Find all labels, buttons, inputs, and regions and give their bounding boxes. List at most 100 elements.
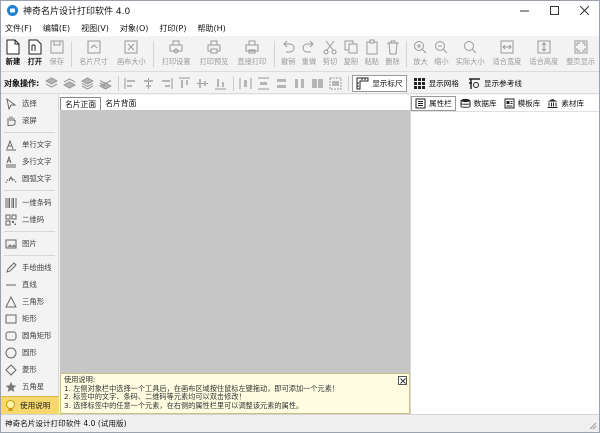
tool-rounded-rectangle[interactable]: 圆角矩形 — [1, 327, 58, 344]
minimize-button[interactable] — [509, 1, 539, 20]
print-settings-button[interactable]: 打印设置 — [157, 36, 195, 70]
full-page-button[interactable]: 整页显示 — [562, 36, 599, 70]
tool-diamond[interactable]: 菱形 — [1, 361, 58, 378]
tool-line[interactable]: 直线 — [1, 276, 58, 293]
tab-card-front[interactable]: 名片正面 — [60, 97, 102, 110]
print-button[interactable]: 直接打印 — [233, 36, 271, 70]
menu-print[interactable]: 打印(P) — [159, 23, 186, 34]
align-top-button[interactable] — [176, 76, 193, 91]
fit-height-icon — [537, 40, 551, 54]
usage-button[interactable]: 使用说明 — [1, 396, 59, 414]
tab-properties[interactable]: 属性栏 — [411, 95, 456, 111]
line-icon — [6, 284, 16, 285]
resize-grip-icon[interactable] — [589, 422, 597, 430]
open-button[interactable]: 打开 — [24, 36, 46, 70]
tool-image[interactable]: 图片 — [1, 235, 58, 252]
delete-button[interactable]: 删除 — [382, 36, 403, 70]
undo-button[interactable]: 撤销 — [278, 36, 299, 70]
rectangle-icon — [5, 314, 17, 323]
align-middle-icon — [197, 78, 209, 88]
tool-freehand[interactable]: 手绘曲线 — [1, 259, 58, 276]
distribute-horizontal-button[interactable] — [237, 76, 254, 91]
align-left-button[interactable] — [122, 76, 139, 91]
tool-star[interactable]: 五角星 — [1, 378, 58, 395]
canvas-size-button[interactable]: 画布大小 — [112, 36, 150, 70]
menu-help[interactable]: 帮助(H) — [197, 23, 225, 34]
align-bottom-button[interactable] — [212, 76, 229, 91]
copy-button[interactable]: 复制 — [340, 36, 361, 70]
save-button[interactable]: 保存 — [46, 36, 68, 70]
tools-divider — [4, 190, 55, 191]
object-bar-divider — [118, 75, 120, 91]
tool-pan[interactable]: 滚屏 — [1, 112, 58, 129]
print-icon — [245, 40, 259, 54]
tool-triangle[interactable]: 三角形 — [1, 293, 58, 310]
tool-barcode[interactable]: 一维条码 — [1, 194, 58, 211]
star-icon — [5, 381, 17, 392]
menu-edit[interactable]: 编辑(E) — [43, 23, 70, 34]
library-icon — [547, 98, 558, 108]
align-top-icon — [179, 77, 191, 88]
tab-templates[interactable]: 模板库 — [501, 96, 544, 111]
close-icon — [399, 377, 406, 384]
tool-single-line-text[interactable]: 单行文字 — [1, 136, 58, 153]
fit-width-button[interactable]: 适合宽度 — [489, 36, 526, 70]
tool-rectangle[interactable]: 矩形 — [1, 310, 58, 327]
object-bar: 对象操作: 显示标尺 显示网格 显示参考线 — [1, 73, 599, 94]
tab-assets[interactable]: 素材库 — [544, 96, 587, 111]
menu-view[interactable]: 视图(V) — [81, 23, 109, 34]
tool-select[interactable]: 选择 — [1, 95, 58, 112]
menu-file[interactable]: 文件(F) — [5, 23, 32, 34]
group-button[interactable] — [327, 76, 344, 91]
bring-forward-button[interactable] — [43, 76, 60, 91]
align-center-button[interactable] — [140, 76, 157, 91]
same-height-button[interactable] — [291, 76, 308, 91]
align-middle-button[interactable] — [194, 76, 211, 91]
zoom-out-button[interactable]: 缩小 — [431, 36, 452, 70]
menu-object[interactable]: 对象(O) — [120, 23, 149, 34]
toolbar-divider — [406, 41, 407, 67]
show-guides-toggle[interactable]: 显示参考线 — [465, 75, 525, 92]
tool-multi-line-text[interactable]: 多行文字 — [1, 153, 58, 170]
show-ruler-toggle[interactable]: 显示标尺 — [352, 74, 407, 92]
status-text: 神奇名片设计打印软件 4.0 (试用版) — [5, 419, 127, 428]
show-grid-toggle[interactable]: 显示网格 — [410, 75, 462, 92]
align-bottom-icon — [215, 78, 227, 89]
tool-arc-text[interactable]: 圆弧文字 — [1, 170, 58, 187]
new-button[interactable]: 新建 — [2, 36, 24, 70]
fit-height-button[interactable]: 适合高度 — [525, 36, 562, 70]
same-size-button[interactable] — [309, 76, 326, 91]
group-icon — [329, 77, 342, 89]
distribute-vertical-button[interactable] — [255, 76, 272, 91]
same-width-icon — [277, 78, 287, 88]
tool-circle[interactable]: 圆形 — [1, 344, 58, 361]
database-icon — [460, 98, 471, 108]
canvas-area: 名片正面 名片背面 使用说明: 1. 左侧对象栏中选择一个工具后，在画布区域按住… — [60, 95, 410, 414]
align-center-icon — [144, 77, 154, 89]
tools-divider — [4, 132, 55, 133]
tab-card-back[interactable]: 名片背面 — [101, 97, 140, 110]
help-panel: 使用说明: 1. 左侧对象栏中选择一个工具后，在画布区域按住鼠标左键拖动，即可添… — [60, 373, 410, 414]
paste-button[interactable]: 粘贴 — [361, 36, 382, 70]
print-preview-button[interactable]: 打印预览 — [195, 36, 233, 70]
maximize-button[interactable] — [539, 1, 569, 20]
send-backward-button[interactable] — [61, 76, 78, 91]
send-to-back-button[interactable] — [97, 76, 114, 91]
help-close-button[interactable] — [398, 376, 407, 385]
title-bar: 神奇名片设计打印软件 4.0 — [1, 1, 599, 20]
close-button[interactable] — [569, 1, 599, 20]
bring-to-front-button[interactable] — [79, 76, 96, 91]
cut-button[interactable]: 剪切 — [319, 36, 340, 70]
align-right-button[interactable] — [158, 76, 175, 91]
zoom-in-button[interactable]: 放大 — [410, 36, 431, 70]
zoom-out-icon — [435, 41, 448, 54]
tab-database[interactable]: 数据库 — [457, 96, 500, 111]
actual-size-button[interactable]: 实际大小 — [452, 36, 489, 70]
same-width-button[interactable] — [273, 76, 290, 91]
redo-button[interactable]: 重做 — [299, 36, 320, 70]
new-file-icon — [6, 39, 20, 55]
tool-qrcode[interactable]: 二维码 — [1, 211, 58, 228]
card-size-button[interactable]: 名片尺寸 — [75, 36, 113, 70]
distribute-horizontal-icon — [239, 77, 252, 89]
canvas-workspace[interactable] — [60, 110, 410, 414]
